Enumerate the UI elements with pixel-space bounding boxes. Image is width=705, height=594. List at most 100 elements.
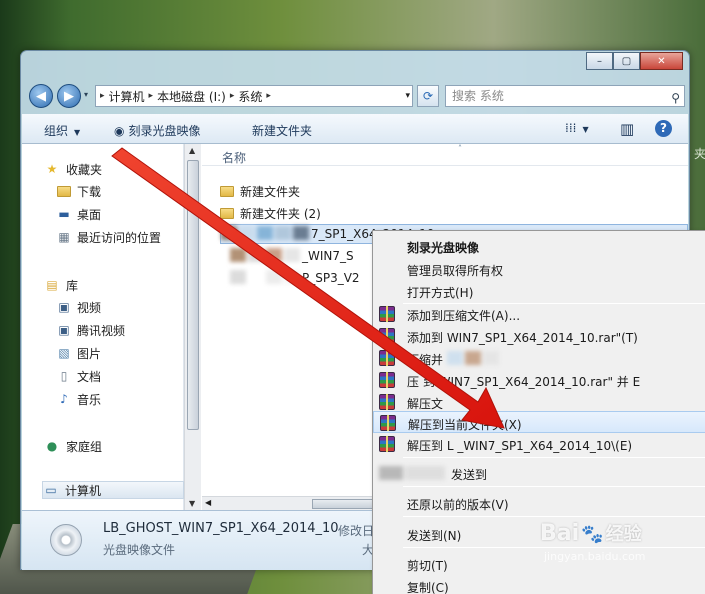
help-icon[interactable]: ?: [655, 120, 672, 137]
scrollbar-thumb[interactable]: [187, 160, 199, 430]
document-icon: ▯: [60, 369, 68, 383]
file-row-partial-1[interactable]: _WIN7_S: [230, 246, 354, 266]
sidebar-item-videos[interactable]: ▣ 视频: [56, 298, 101, 316]
sidebar-homegroup[interactable]: ● 家庭组: [44, 437, 102, 455]
details-file-type: 光盘映像文件: [103, 543, 176, 557]
menu-label: 压 到 WIN7_SP1_X64_2014_10.rar" 并 E: [407, 375, 641, 389]
menu-item-add-to-archive[interactable]: 添加到压缩文件(A)...: [373, 303, 705, 325]
blurred-filename-prefix: [230, 269, 302, 287]
scroll-left-icon[interactable]: ◀: [205, 498, 211, 507]
menu-item-cut[interactable]: 剪切(T): [373, 553, 705, 575]
breadcrumb-sep-icon: ▸: [229, 91, 235, 101]
menu-label: 刻录光盘映像: [407, 241, 480, 255]
preview-pane-icon[interactable]: ▥: [620, 120, 634, 138]
menu-item-send-to[interactable]: 发送到(N): [373, 523, 705, 545]
breadcrumb-folder[interactable]: 系统: [238, 88, 262, 105]
recent-pages-icon[interactable]: ▾: [84, 90, 88, 99]
sidebar-label: 腾讯视频: [77, 323, 126, 338]
disc-icon: ◉: [114, 124, 125, 138]
sidebar-label: 计算机: [65, 483, 102, 498]
watermark-url: jingyan.baidu.com: [544, 550, 646, 563]
baidu-jingyan-watermark: Bai 🐾 经验 jingyan.baidu.com: [540, 520, 646, 563]
view-options-icon[interactable]: ⁞⁞⁞ ▼: [565, 121, 589, 135]
menu-item-extract-here[interactable]: 解压到当前文件夹(X): [373, 411, 705, 433]
folder-icon: [56, 183, 72, 199]
sidebar-item-tencent-video[interactable]: ▣ 腾讯视频: [56, 321, 125, 339]
search-icon[interactable]: ⚲: [671, 88, 680, 108]
sidebar-label: 图片: [77, 346, 102, 361]
scroll-down-icon[interactable]: ▼: [189, 499, 195, 508]
menu-separator: [403, 457, 705, 458]
address-bar[interactable]: ▸ 计算机 ▸ 本地磁盘 (I:) ▸ 系统 ▸ ▾: [95, 85, 413, 107]
menu-label: 解压到当前文件夹(X): [408, 418, 522, 432]
menu-item-take-ownership[interactable]: 管理员取得所有权: [373, 258, 705, 280]
blurred-app-icon: [379, 466, 447, 483]
organize-button[interactable]: 组织 ▼: [44, 122, 80, 139]
address-dropdown-icon[interactable]: ▾: [405, 91, 410, 101]
sidebar-label: 收藏夹: [66, 162, 103, 177]
file-row-partial-2[interactable]: P_SP3_V2: [230, 268, 360, 288]
file-name: _WIN7_S: [302, 249, 354, 263]
sidebar-item-recent[interactable]: ▦ 最近访问的位置: [56, 228, 161, 246]
menu-item-open-with[interactable]: 打开方式(H): [373, 280, 705, 302]
refresh-button[interactable]: ⟳: [417, 85, 439, 107]
breadcrumb-drive[interactable]: 本地磁盘 (I:): [157, 88, 226, 105]
blurred-text: [447, 351, 501, 368]
menu-item-restore-previous[interactable]: 还原以前的版本(V): [373, 492, 705, 514]
menu-label: 添加到压缩文件(A)...: [407, 309, 521, 323]
breadcrumb-computer[interactable]: 计算机: [109, 88, 145, 105]
burn-image-button[interactable]: ◉ 刻录光盘映像: [114, 122, 201, 139]
sidebar-label: 库: [66, 278, 79, 293]
sidebar-label: 家庭组: [66, 439, 103, 454]
music-icon: ♪: [60, 392, 68, 406]
file-name: 新建文件夹 (2): [240, 206, 321, 221]
sidebar-label: 视频: [77, 300, 102, 315]
menu-item-send-to-app[interactable]: 发送到: [373, 462, 705, 484]
back-button[interactable]: ◀: [29, 84, 53, 108]
menu-separator: [403, 516, 705, 517]
sort-ascending-icon: ˄: [458, 144, 462, 153]
paw-icon: 🐾: [581, 524, 604, 545]
burn-image-label: 刻录光盘映像: [128, 124, 201, 138]
sidebar-item-pictures[interactable]: ▧ 图片: [56, 344, 101, 362]
scroll-up-icon[interactable]: ▲: [189, 146, 195, 155]
menu-label: 复制(C): [407, 581, 449, 594]
sidebar-item-desktop[interactable]: ▬ 桌面: [56, 205, 101, 223]
column-name[interactable]: 名称: [222, 149, 246, 166]
menu-item-add-to-rar[interactable]: 添加到 WIN7_SP1_X64_2014_10.rar"(T): [373, 325, 705, 347]
search-input[interactable]: 搜索 系统 ⚲: [445, 85, 685, 107]
menu-label: 发送到: [451, 468, 488, 482]
menu-item-extract-to-folder[interactable]: 解压到 L _WIN7_SP1_X64_2014_10\(E): [373, 433, 705, 455]
desktop-icon: ▬: [58, 207, 70, 221]
menu-separator: [403, 547, 705, 548]
breadcrumb-sep-icon: ▸: [266, 91, 271, 101]
maximize-button[interactable]: ▢: [613, 52, 640, 70]
sidebar-item-documents[interactable]: ▯ 文档: [56, 367, 101, 385]
menu-label: 解压到 L _WIN7_SP1_X64_2014_10\(E): [407, 439, 633, 453]
menu-item-compress-and-email[interactable]: 压缩并: [373, 347, 705, 369]
sidebar-libraries[interactable]: ▤ 库: [44, 276, 78, 294]
file-name: P_SP3_V2: [302, 271, 360, 285]
sidebar-item-music[interactable]: ♪ 音乐: [56, 390, 101, 408]
sidebar-item-downloads[interactable]: 下载: [56, 182, 101, 200]
video-icon: ▣: [58, 323, 70, 337]
sidebar-favorites[interactable]: ★ 收藏夹: [44, 160, 102, 178]
menu-label: 还原以前的版本(V): [407, 498, 509, 512]
caption-buttons: – ▢ ✕: [586, 52, 683, 70]
menu-item-compress-to-rar-and-email[interactable]: 压 到 WIN7_SP1_X64_2014_10.rar" 并 E: [373, 369, 705, 391]
sidebar-label: 最近访问的位置: [77, 230, 162, 245]
breadcrumb-sep-icon: ▸: [100, 91, 105, 101]
file-row-folder-1[interactable]: 新建文件夹: [220, 181, 300, 201]
menu-label: 管理员取得所有权: [407, 264, 504, 278]
menu-item-copy[interactable]: 复制(C): [373, 575, 705, 594]
menu-item-burn-disc-image[interactable]: 刻录光盘映像: [373, 235, 705, 257]
navigation-scrollbar[interactable]: ▲ ▼: [184, 144, 201, 510]
forward-button[interactable]: ▶: [57, 84, 81, 108]
details-file-name: LB_GHOST_WIN7_SP1_X64_2014_10: [103, 521, 339, 536]
new-folder-button[interactable]: 新建文件夹: [252, 122, 312, 139]
menu-item-extract-files[interactable]: 解压文: [373, 391, 705, 413]
file-row-folder-2[interactable]: 新建文件夹 (2): [220, 203, 321, 223]
sidebar-computer[interactable]: ▭ 计算机: [42, 481, 184, 499]
close-button[interactable]: ✕: [640, 52, 683, 70]
minimize-button[interactable]: –: [586, 52, 613, 70]
